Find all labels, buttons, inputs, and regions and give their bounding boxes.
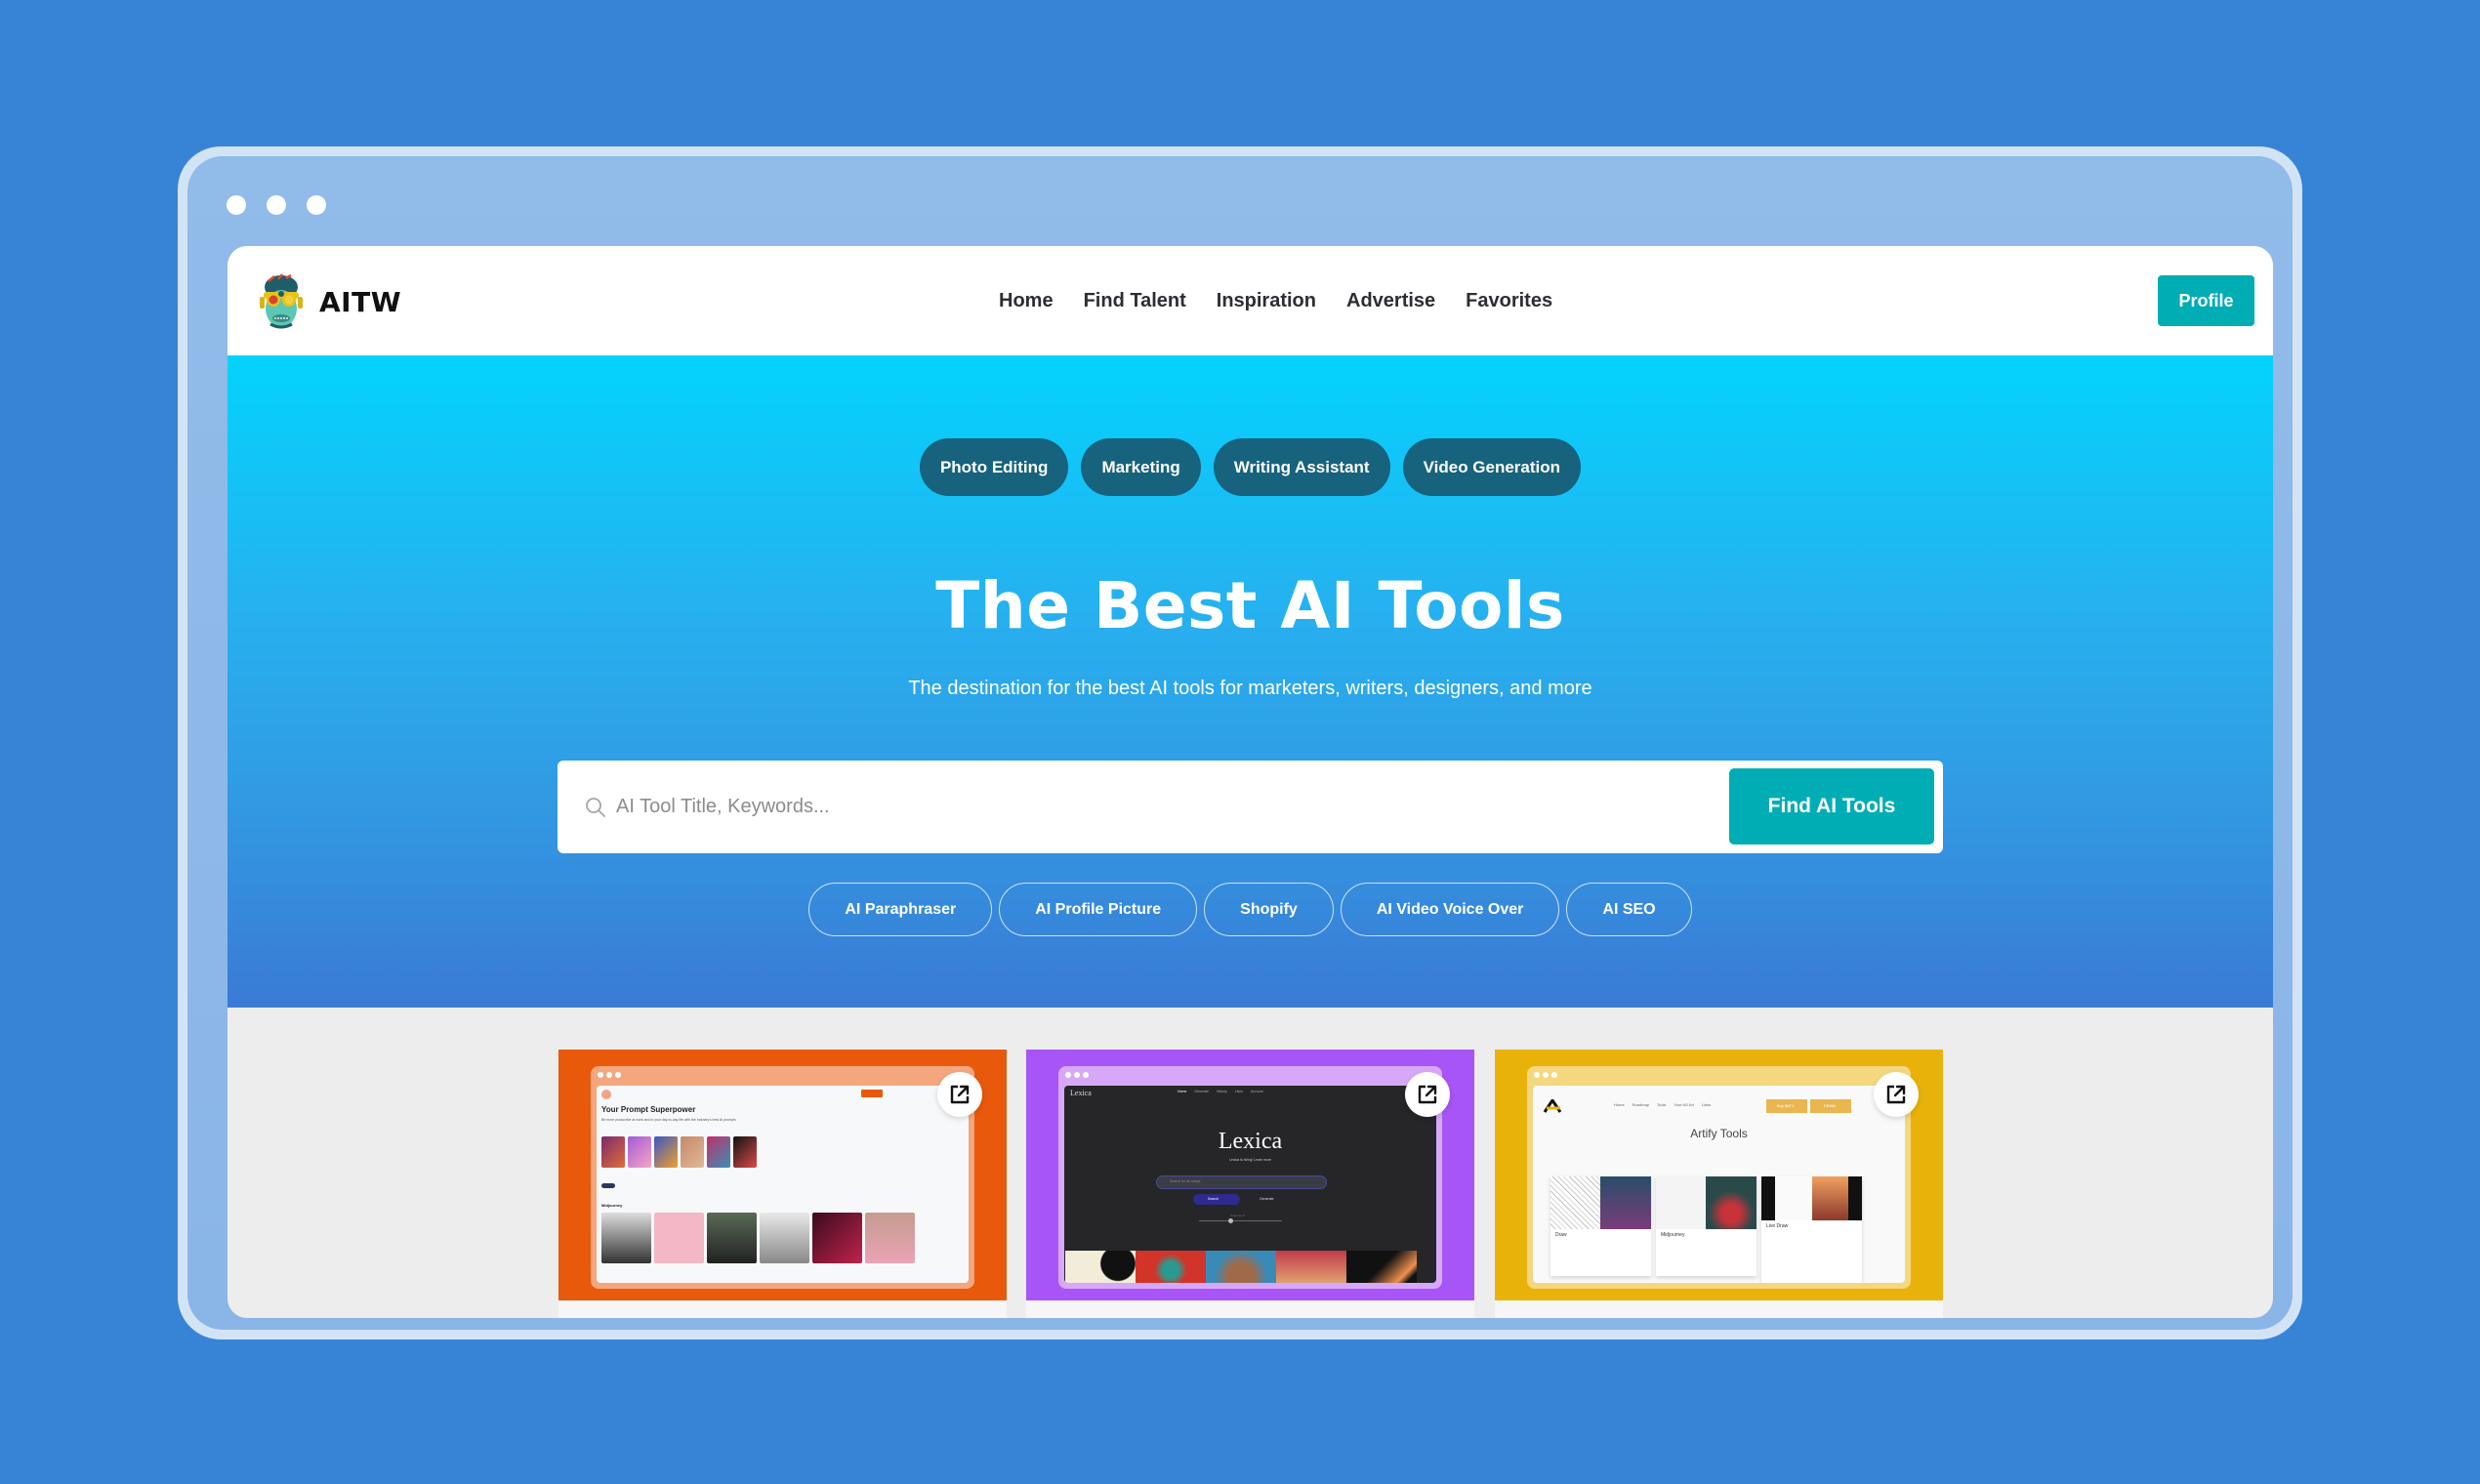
preview-nav-item: Likes [1234, 1090, 1243, 1093]
tool-card-thumbnail: Lexica Home Generate History Likes Accou… [1026, 1050, 1474, 1300]
web-page: AITW Home Find Talent Inspiration Advert… [227, 246, 2273, 1318]
preview-nav-item: Tools [1657, 1102, 1667, 1107]
preview-screen: Your Prompt Superpower Be more productiv… [597, 1086, 969, 1283]
preview-button: DRAW [1824, 1103, 1837, 1108]
search-icon [585, 797, 606, 818]
preview-nav-item: Links [1701, 1102, 1712, 1107]
brand[interactable]: AITW [257, 273, 401, 330]
browser-chrome: AITW Home Find Talent Inspiration Advert… [187, 156, 2293, 1330]
preview-heading: Artify Tools [1690, 1127, 1748, 1140]
external-link-icon[interactable] [1874, 1072, 1919, 1117]
tag-pill-shopify[interactable]: Shopify [1204, 883, 1334, 936]
category-pill-marketing[interactable]: Marketing [1081, 438, 1201, 496]
preview-nav-item: Home [1614, 1102, 1625, 1107]
preview-nav-item: History [1216, 1090, 1227, 1093]
popular-tags: AI Paraphraser AI Profile Picture Shopif… [227, 883, 2273, 936]
tag-pill-ai-seo[interactable]: AI SEO [1566, 883, 1692, 936]
search-bar: Find AI Tools [558, 761, 1943, 853]
preview-window: Lexica Home Generate History Likes Accou… [1058, 1066, 1442, 1289]
cyborg-monkey-logo-icon [257, 273, 306, 330]
hero-subtitle: The destination for the best AI tools fo… [908, 678, 1592, 699]
preview-subheading: Lexica is hiring! Learn more [1229, 1158, 1271, 1162]
artify-logo-icon [1543, 1099, 1562, 1113]
category-pill-writing-assistant[interactable]: Writing Assistant [1213, 438, 1390, 496]
tag-pill-ai-video-voice-over[interactable]: AI Video Voice Over [1340, 883, 1560, 936]
tool-card-artify-tools[interactable]: Home Roadmap Tools Your MJ Art Links Buy… [1495, 1050, 1943, 1318]
window-control-close[interactable] [227, 195, 246, 215]
main-nav: Home Find Talent Inspiration Advertise F… [999, 246, 1552, 355]
preview-nav-item: Account [1251, 1090, 1263, 1093]
window-controls [227, 195, 326, 215]
category-pill-video-generation[interactable]: Video Generation [1402, 438, 1582, 496]
nav-link-home[interactable]: Home [999, 290, 1054, 312]
preview-heading: Lexica [1218, 1129, 1283, 1154]
preview-brand: Lexica [1070, 1089, 1092, 1097]
navbar: AITW Home Find Talent Inspiration Advert… [227, 246, 2273, 355]
search-input[interactable] [616, 780, 1690, 834]
category-pills: Photo Editing Marketing Writing Assistan… [227, 438, 2273, 496]
preview-nav-item: Generate [1194, 1090, 1209, 1093]
preview-screen: Home Roadmap Tools Your MJ Art Links Buy… [1533, 1086, 1905, 1283]
tag-pill-ai-profile-picture[interactable]: AI Profile Picture [999, 883, 1198, 936]
hero-section: Photo Editing Marketing Writing Assistan… [227, 355, 2273, 1008]
find-ai-tools-button[interactable]: Find AI Tools [1729, 768, 1934, 845]
browser-frame: AITW Home Find Talent Inspiration Advert… [178, 146, 2302, 1340]
tool-cards-section: Your Prompt Superpower Be more productiv… [227, 1008, 2273, 1318]
preview-screen: Lexica Home Generate History Likes Accou… [1064, 1086, 1436, 1283]
preview-search-button: Search [1208, 1197, 1219, 1201]
preview-nav-item: Roadmap [1632, 1102, 1650, 1107]
preview-generate-button: Generate [1260, 1197, 1274, 1201]
preview-slider-label: Columns: 5 [1230, 1214, 1246, 1217]
external-link-icon[interactable] [1405, 1072, 1450, 1117]
nav-link-find-talent[interactable]: Find Talent [1084, 290, 1186, 312]
preview-heading: Your Prompt Superpower [601, 1105, 696, 1114]
category-pill-photo-editing[interactable]: Photo Editing [919, 438, 1069, 496]
tool-card-lexica[interactable]: Lexica Home Generate History Likes Accou… [1026, 1050, 1474, 1318]
preview-item-title: Draw [1555, 1232, 1567, 1238]
preview-search-placeholder: Search for an image [1170, 1179, 1201, 1183]
nav-link-inspiration[interactable]: Inspiration [1217, 290, 1316, 312]
preview-nav-item: Home [1178, 1090, 1187, 1093]
tool-card-thumbnail: Your Prompt Superpower Be more productiv… [558, 1050, 1007, 1300]
tool-card-thumbnail: Home Roadmap Tools Your MJ Art Links Buy… [1495, 1050, 1943, 1300]
preview-subheading: Be more productive at work and in your d… [601, 1118, 736, 1122]
preview-window: Your Prompt Superpower Be more productiv… [591, 1066, 974, 1289]
preview-item-title: Live Draw [1766, 1223, 1789, 1229]
tool-card-prompt-marketplace[interactable]: Your Prompt Superpower Be more productiv… [558, 1050, 1007, 1318]
hero-title: The Best AI Tools [935, 568, 1565, 643]
brand-name: AITW [319, 285, 402, 318]
profile-button[interactable]: Profile [2158, 275, 2254, 326]
window-control-maximize[interactable] [307, 195, 326, 215]
preview-section-title: Midjourney [601, 1203, 623, 1208]
preview-window: Home Roadmap Tools Your MJ Art Links Buy… [1527, 1066, 1911, 1289]
nav-link-favorites[interactable]: Favorites [1466, 290, 1552, 312]
nav-link-advertise[interactable]: Advertise [1346, 290, 1435, 312]
preview-nav-item: Your MJ Art [1674, 1102, 1694, 1107]
preview-item-title: Midjourney [1661, 1232, 1685, 1238]
tag-pill-ai-paraphraser[interactable]: AI Paraphraser [808, 883, 993, 936]
external-link-icon[interactable] [937, 1072, 982, 1117]
window-control-minimize[interactable] [267, 195, 286, 215]
preview-button: Buy $ATY [1777, 1103, 1795, 1108]
